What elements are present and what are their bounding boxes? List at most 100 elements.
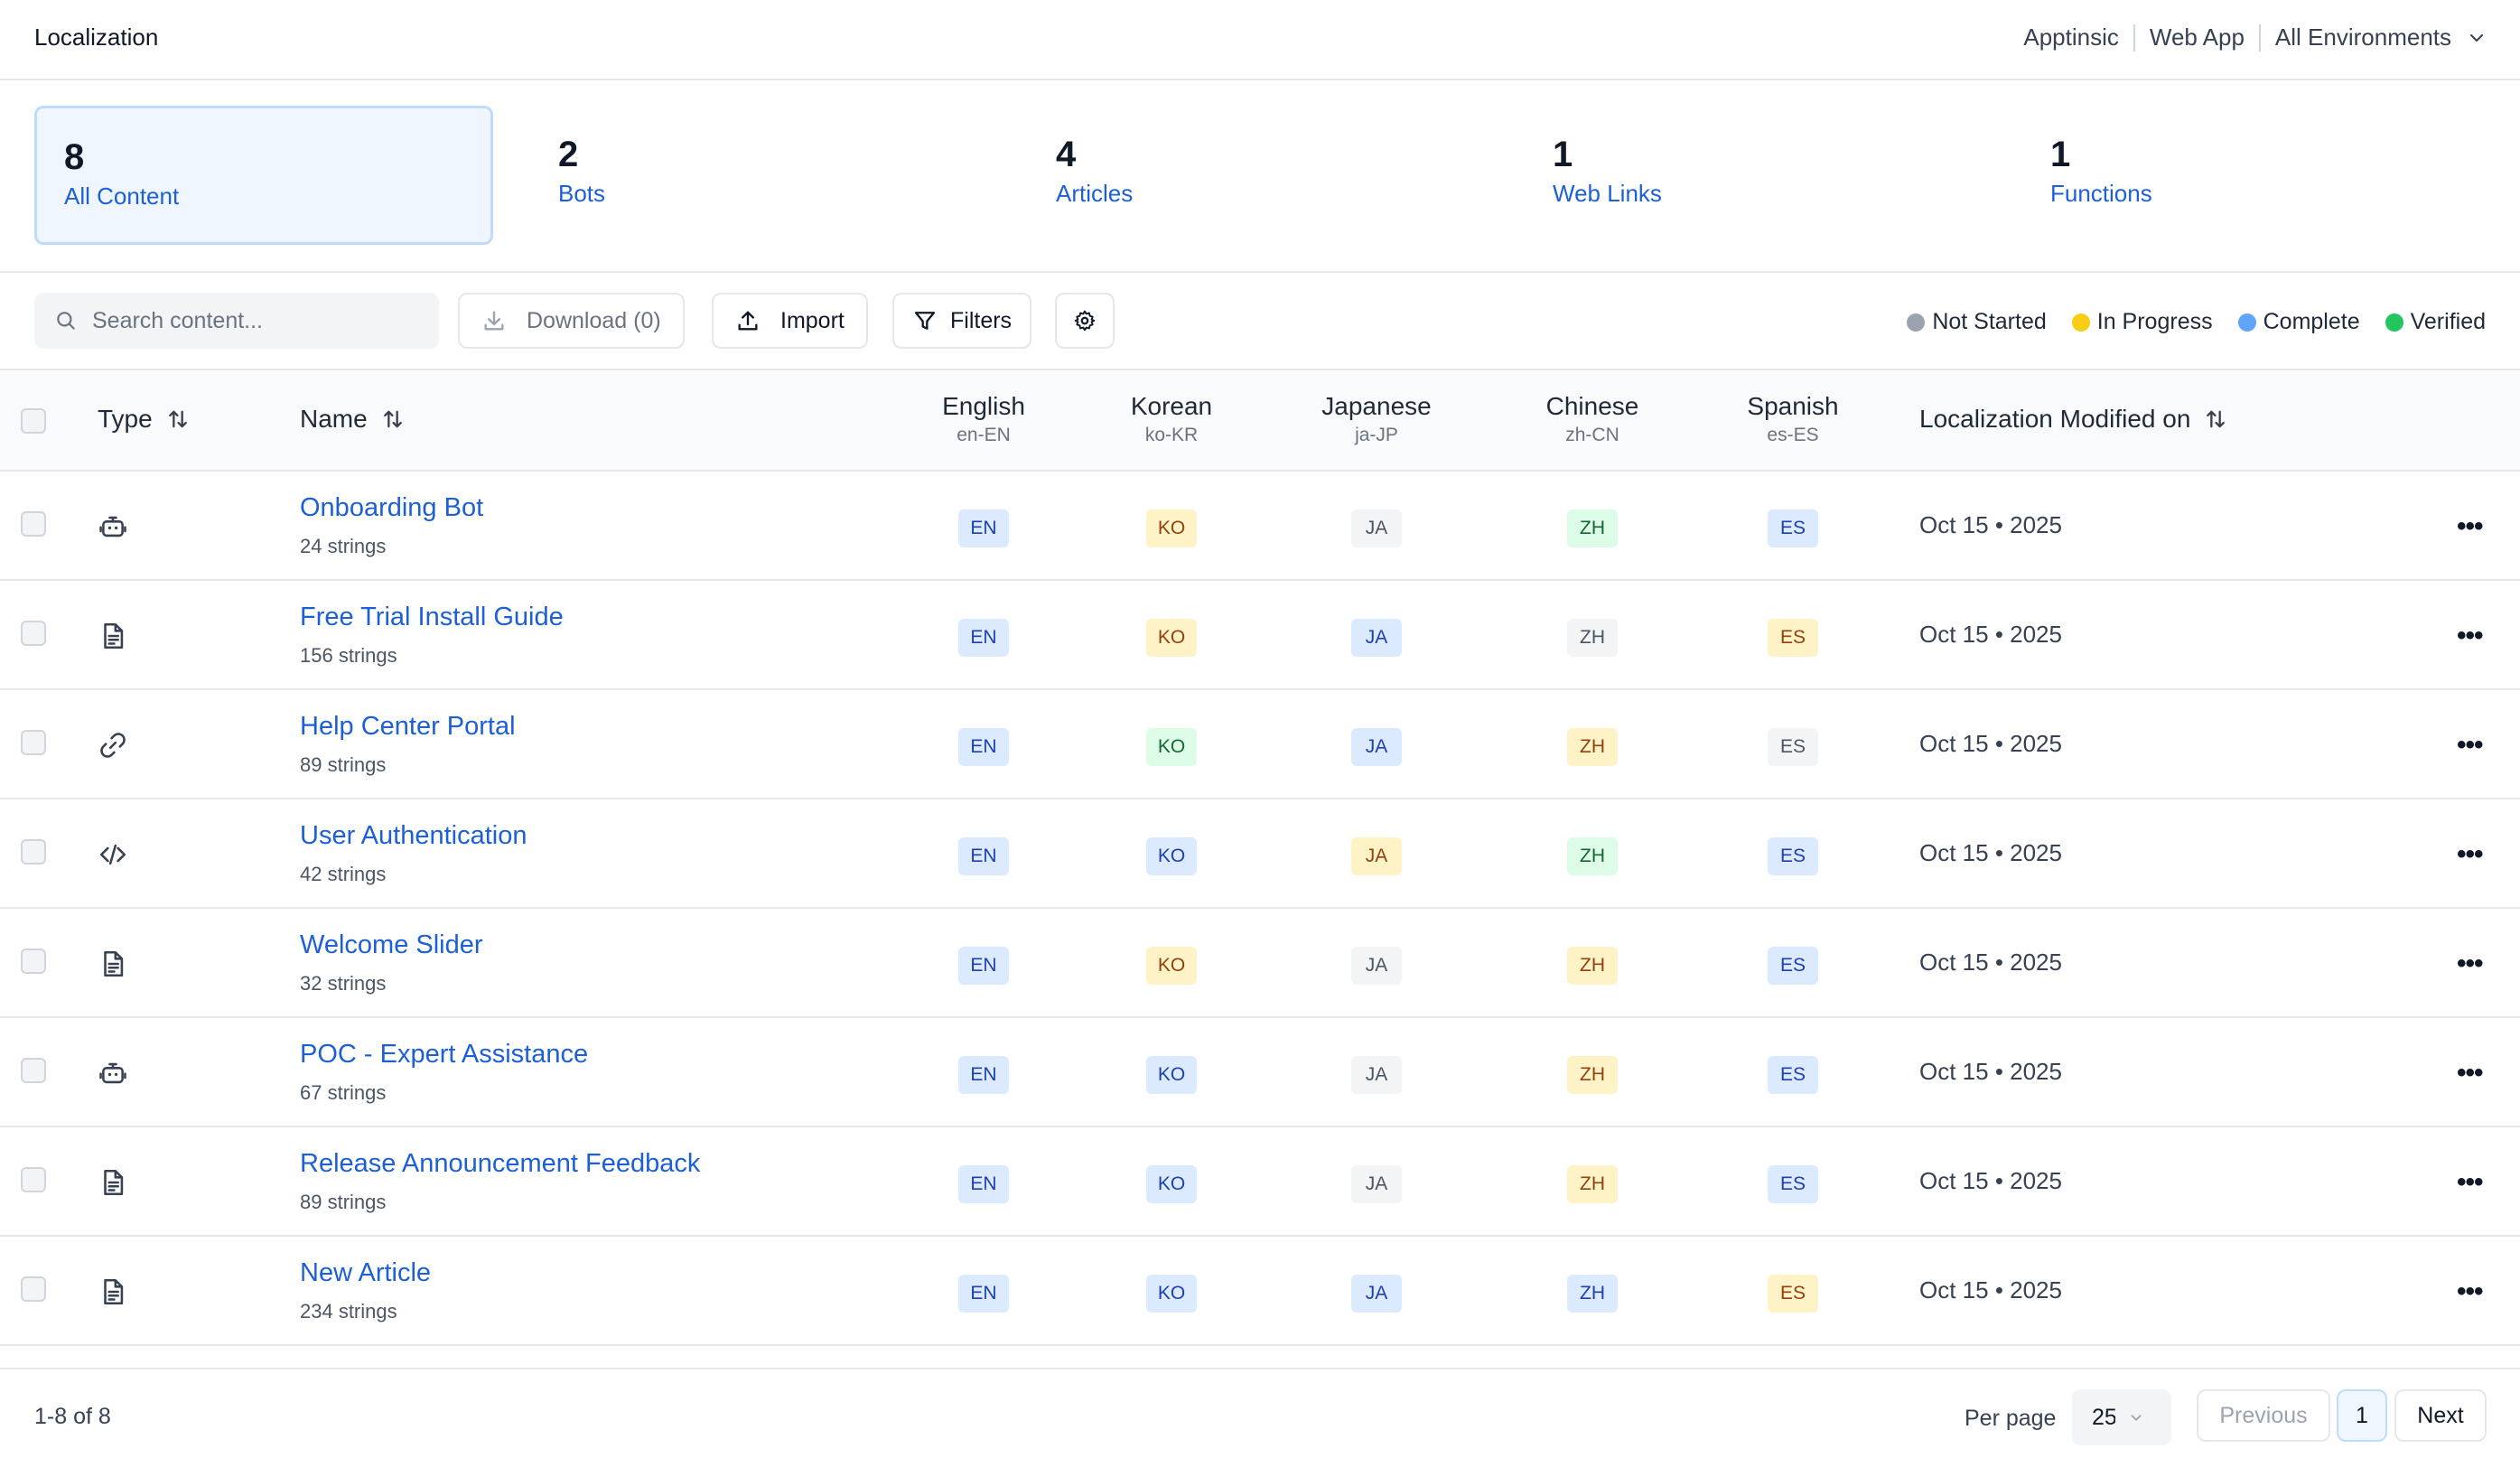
settings-button[interactable] xyxy=(1055,293,1115,349)
language-status-badge[interactable]: EN xyxy=(958,728,1009,766)
language-status-badge[interactable]: JA xyxy=(1351,619,1402,657)
more-options-icon[interactable]: ••• xyxy=(2457,730,2483,761)
per-page-select[interactable]: 25 xyxy=(2072,1389,2171,1445)
language-status-badge[interactable]: EN xyxy=(958,619,1009,657)
row-checkbox[interactable] xyxy=(21,839,46,865)
language-status-badge[interactable]: ZH xyxy=(1567,947,1618,985)
table-row[interactable]: Welcome Slider 32 strings EN KO JA ZH ES Oct 15… xyxy=(0,909,2520,1018)
language-status-badge[interactable]: EN xyxy=(958,1056,1009,1094)
language-status-badge[interactable]: KO xyxy=(1146,837,1197,875)
language-status-badge[interactable]: KO xyxy=(1146,619,1197,657)
column-header-type[interactable]: Type xyxy=(98,405,191,434)
summary-card-articles[interactable]: 4 Articles xyxy=(1029,106,1488,245)
table-row[interactable]: Help Center Portal 89 strings EN KO JA ZH ES Oc… xyxy=(0,690,2520,799)
row-checkbox[interactable] xyxy=(21,1276,46,1302)
table-row[interactable]: Onboarding Bot 24 strings EN KO JA ZH ES Oct 15… xyxy=(0,472,2520,581)
table-row[interactable]: New Article 234 strings EN KO JA ZH ES Oct 15 •… xyxy=(0,1237,2520,1346)
language-status-badge[interactable]: ZH xyxy=(1567,1056,1618,1094)
next-page-button[interactable]: Next xyxy=(2394,1389,2487,1442)
language-status-badge[interactable]: ZH xyxy=(1567,1275,1618,1313)
search-box[interactable] xyxy=(34,293,439,349)
search-input[interactable] xyxy=(92,307,417,334)
language-status-badge[interactable]: JA xyxy=(1351,947,1402,985)
summary-card-functions[interactable]: 1 Functions xyxy=(2023,106,2482,245)
content-name-link[interactable]: User Authentication xyxy=(300,821,527,851)
language-status-badge[interactable]: ES xyxy=(1768,1275,1818,1313)
language-status-badge[interactable]: KO xyxy=(1146,1165,1197,1203)
chevron-down-icon[interactable] xyxy=(2468,29,2486,47)
page-button-current[interactable]: 1 xyxy=(2337,1389,2387,1442)
content-name-link[interactable]: Free Trial Install Guide xyxy=(300,603,564,632)
row-checkbox[interactable] xyxy=(21,1058,46,1083)
content-name-link[interactable]: Onboarding Bot xyxy=(300,493,483,523)
search-icon xyxy=(54,309,78,332)
more-options-icon[interactable]: ••• xyxy=(2457,1058,2483,1089)
language-status-badge[interactable]: JA xyxy=(1351,1275,1402,1313)
table-row[interactable]: Release Announcement Feedback 89 strings E… xyxy=(0,1127,2520,1237)
language-status-badge[interactable]: ZH xyxy=(1567,509,1618,547)
language-status-badge[interactable]: EN xyxy=(958,837,1009,875)
language-status-badge[interactable]: KO xyxy=(1146,728,1197,766)
language-status-badge[interactable]: EN xyxy=(958,1165,1009,1203)
row-checkbox[interactable] xyxy=(21,949,46,974)
content-name-link[interactable]: Release Announcement Feedback xyxy=(300,1149,700,1179)
summary-card-all-content[interactable]: 8 All Content xyxy=(34,106,493,245)
language-status-badge[interactable]: ZH xyxy=(1567,728,1618,766)
environment-name[interactable]: All Environments xyxy=(2275,23,2451,51)
column-header-modified[interactable]: Localization Modified on xyxy=(1919,405,2228,434)
more-options-icon[interactable]: ••• xyxy=(2457,949,2483,979)
sort-icon[interactable] xyxy=(2203,407,2228,432)
language-status-badge[interactable]: ES xyxy=(1768,947,1818,985)
table-row[interactable]: POC - Expert Assistance 67 strings EN KO JA Z… xyxy=(0,1018,2520,1127)
more-options-icon[interactable]: ••• xyxy=(2457,511,2483,542)
language-status-badge[interactable]: JA xyxy=(1351,1165,1402,1203)
filters-button[interactable]: Filters xyxy=(892,293,1032,349)
import-button[interactable]: Import xyxy=(712,293,868,349)
language-status-badge[interactable]: JA xyxy=(1351,728,1402,766)
row-checkbox[interactable] xyxy=(21,621,46,646)
sort-icon[interactable] xyxy=(380,407,406,432)
row-checkbox[interactable] xyxy=(21,511,46,537)
row-checkbox[interactable] xyxy=(21,1167,46,1192)
language-status-badge[interactable]: EN xyxy=(958,1275,1009,1313)
language-status-badge[interactable]: ES xyxy=(1768,728,1818,766)
language-status-badge[interactable]: ZH xyxy=(1567,837,1618,875)
language-status-badge[interactable]: JA xyxy=(1351,509,1402,547)
summary-card-bots[interactable]: 2 Bots xyxy=(531,106,990,245)
language-status-badge[interactable]: EN xyxy=(958,509,1009,547)
language-status-badge[interactable]: ES xyxy=(1768,619,1818,657)
more-options-icon[interactable]: ••• xyxy=(2457,621,2483,651)
app-name[interactable]: Web App xyxy=(2150,23,2245,51)
sort-icon[interactable] xyxy=(165,407,191,432)
content-name-link[interactable]: POC - Expert Assistance xyxy=(300,1040,588,1070)
language-status-badge[interactable]: ES xyxy=(1768,837,1818,875)
language-status-badge[interactable]: KO xyxy=(1146,1275,1197,1313)
language-status-badge[interactable]: ES xyxy=(1768,509,1818,547)
environment-switcher[interactable]: Apptinsic Web App All Environments xyxy=(2023,23,2486,51)
summary-card-web-links[interactable]: 1 Web Links xyxy=(1526,106,1984,245)
table-row[interactable]: Free Trial Install Guide 156 strings EN KO J… xyxy=(0,581,2520,690)
content-name-link[interactable]: Help Center Portal xyxy=(300,712,516,742)
language-status-badge[interactable]: KO xyxy=(1146,947,1197,985)
language-status-badge[interactable]: KO xyxy=(1146,1056,1197,1094)
row-checkbox[interactable] xyxy=(21,730,46,755)
language-status-badge[interactable]: ES xyxy=(1768,1056,1818,1094)
org-name[interactable]: Apptinsic xyxy=(2023,23,2119,51)
language-status-badge[interactable]: ZH xyxy=(1567,619,1618,657)
language-status-badge[interactable]: KO xyxy=(1146,509,1197,547)
column-header-name[interactable]: Name xyxy=(300,405,406,434)
more-options-icon[interactable]: ••• xyxy=(2457,1167,2483,1198)
content-name-link[interactable]: New Article xyxy=(300,1258,431,1288)
language-status-badge[interactable]: ES xyxy=(1768,1165,1818,1203)
table-row[interactable]: User Authentication 42 strings EN KO JA ZH ES O… xyxy=(0,799,2520,909)
more-options-icon[interactable]: ••• xyxy=(2457,839,2483,870)
download-button[interactable]: Download (0) xyxy=(458,293,685,349)
language-status-badge[interactable]: JA xyxy=(1351,1056,1402,1094)
content-name-link[interactable]: Welcome Slider xyxy=(300,930,483,960)
language-status-badge[interactable]: ZH xyxy=(1567,1165,1618,1203)
language-status-badge[interactable]: EN xyxy=(958,947,1009,985)
more-options-icon[interactable]: ••• xyxy=(2457,1276,2483,1307)
select-all-checkbox[interactable] xyxy=(21,408,46,434)
language-status-badge[interactable]: JA xyxy=(1351,837,1402,875)
previous-page-button[interactable]: Previous xyxy=(2197,1389,2330,1442)
